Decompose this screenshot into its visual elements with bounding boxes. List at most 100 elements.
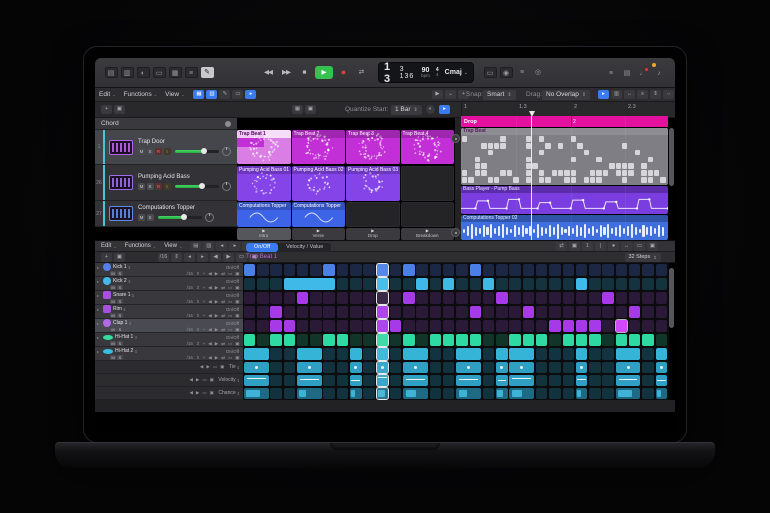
velocity-cell[interactable] — [323, 375, 334, 386]
stop-button[interactable]: ■ — [297, 66, 312, 79]
step-cell[interactable] — [549, 264, 560, 276]
step-cell[interactable] — [642, 264, 653, 276]
step-cell[interactable] — [430, 278, 441, 290]
step-cell[interactable] — [549, 292, 560, 304]
row-playmode-icon[interactable]: ⇄ — [221, 313, 225, 319]
subrow-edit-b-icon[interactable]: ▣ — [210, 390, 214, 396]
step-cell[interactable] — [350, 320, 361, 332]
row-add-icon[interactable]: + — [203, 299, 206, 304]
pan-knob[interactable] — [205, 213, 214, 222]
pencil-tool-icon[interactable]: ✎ — [219, 90, 230, 99]
step-cell[interactable] — [416, 334, 427, 346]
step-cell[interactable] — [589, 278, 600, 290]
step-cell[interactable] — [430, 264, 441, 276]
chance-cell[interactable] — [297, 388, 322, 399]
sequencer-row-header[interactable]: ▸Hi-Hat 1⇕On/OffMS/16⇕+◀▶⇄▭▣ — [95, 333, 243, 347]
panel-toggle-icon[interactable]: ▣ — [647, 242, 658, 251]
row-rotate-left-icon[interactable]: ◀ — [208, 285, 211, 291]
step-cell[interactable] — [297, 348, 322, 360]
step-cell[interactable] — [390, 264, 401, 276]
tab-on-off[interactable]: On/Off — [246, 243, 278, 252]
tool-menu-icon[interactable]: ⌄ — [445, 90, 456, 99]
chance-cell[interactable] — [430, 388, 441, 399]
step-cell[interactable] — [536, 348, 547, 360]
duplicate-track-button[interactable]: ▣ — [114, 105, 125, 114]
chance-cell[interactable] — [350, 388, 361, 399]
step-cell[interactable] — [563, 292, 574, 304]
step-cell[interactable] — [563, 320, 574, 332]
subrow-rotate-left-icon[interactable]: ◀ — [189, 390, 192, 396]
step-cell[interactable] — [470, 306, 481, 318]
step-cell[interactable] — [563, 278, 574, 290]
step-cell[interactable] — [443, 292, 454, 304]
tie-cell[interactable] — [403, 362, 428, 373]
snap-menu[interactable]: Smart⇕ — [483, 90, 516, 100]
overlap-view-icon[interactable]: ▥ — [611, 90, 622, 99]
step-cell[interactable] — [629, 292, 640, 304]
step-cell[interactable] — [602, 334, 613, 346]
tie-cell[interactable] — [430, 362, 441, 373]
track-r-button[interactable]: R — [155, 183, 162, 190]
step-cell[interactable] — [363, 264, 374, 276]
tie-cell[interactable] — [456, 362, 481, 373]
step-cell[interactable] — [244, 306, 255, 318]
step-cell[interactable] — [284, 264, 295, 276]
tab-velocity-value[interactable]: Velocity / Value — [278, 243, 331, 252]
step-cell[interactable] — [523, 306, 534, 318]
chance-cell[interactable] — [642, 388, 653, 399]
row-edit-a-icon[interactable]: ▭ — [228, 355, 232, 361]
step-cell[interactable] — [416, 264, 427, 276]
step-cell[interactable] — [642, 292, 653, 304]
step-cell[interactable] — [244, 320, 255, 332]
velocity-cell[interactable] — [589, 375, 600, 386]
step-cell[interactable] — [509, 264, 520, 276]
step-cell[interactable] — [456, 348, 481, 360]
menu-view[interactable]: View⌄ — [165, 91, 184, 98]
waveform-zoom-icon[interactable]: ≡ — [637, 90, 648, 99]
row-s-button[interactable]: S — [117, 313, 123, 319]
step-cell[interactable] — [483, 264, 494, 276]
step-cell[interactable] — [403, 320, 414, 332]
marquee-tool-icon[interactable]: ▭ — [232, 90, 243, 99]
step-cell[interactable] — [257, 306, 268, 318]
step-cell[interactable] — [297, 334, 308, 346]
step-cell[interactable] — [350, 292, 361, 304]
row-add-icon[interactable]: + — [203, 327, 206, 332]
step-cell[interactable] — [456, 278, 467, 290]
row-division-stepper-icon[interactable]: ⇕ — [196, 285, 200, 291]
shift-right-icon[interactable]: ▶ — [223, 253, 234, 262]
step-cell[interactable] — [616, 320, 627, 332]
row-m-button[interactable]: M — [110, 341, 116, 347]
step-cell[interactable] — [350, 306, 361, 318]
loop-cell[interactable]: Pumping Acid Bass 03 — [346, 166, 400, 201]
row-playmode-icon[interactable]: ⇄ — [221, 327, 225, 333]
smart-controls-icon[interactable]: ▦ — [169, 67, 182, 78]
step-cell[interactable] — [602, 292, 613, 304]
track-m-button[interactable]: M — [138, 214, 145, 221]
rewind-button[interactable]: ◀◀ — [261, 66, 276, 79]
step-cell[interactable] — [523, 320, 534, 332]
step-cell[interactable] — [629, 306, 640, 318]
step-cell[interactable] — [363, 278, 374, 290]
scrollbar-top[interactable] — [669, 128, 674, 186]
pointer-tool-icon[interactable]: ▶ — [432, 90, 443, 99]
row-rotate-left-icon[interactable]: ◀ — [208, 299, 211, 305]
row-rotate-right-icon[interactable]: ▶ — [215, 299, 218, 305]
disclosure-icon[interactable]: ▸ — [97, 293, 101, 298]
step-cell[interactable] — [456, 264, 467, 276]
velocity-cell[interactable] — [656, 375, 667, 386]
step-cell[interactable] — [270, 334, 281, 346]
row-m-button[interactable]: M — [110, 313, 116, 319]
step-cell[interactable] — [563, 348, 574, 360]
step-record-icon[interactable]: ● — [608, 242, 619, 251]
step-cell[interactable] — [589, 292, 600, 304]
step-cell[interactable] — [589, 264, 600, 276]
volume-knob[interactable] — [199, 183, 205, 189]
step-cell[interactable] — [549, 334, 560, 346]
volume-slider[interactable] — [175, 150, 219, 153]
step-cell[interactable] — [536, 334, 547, 346]
velocity-cell[interactable] — [509, 375, 534, 386]
tie-cell[interactable] — [297, 362, 322, 373]
step-cell[interactable] — [244, 264, 255, 276]
row-edit-a-icon[interactable]: ▭ — [228, 327, 232, 333]
